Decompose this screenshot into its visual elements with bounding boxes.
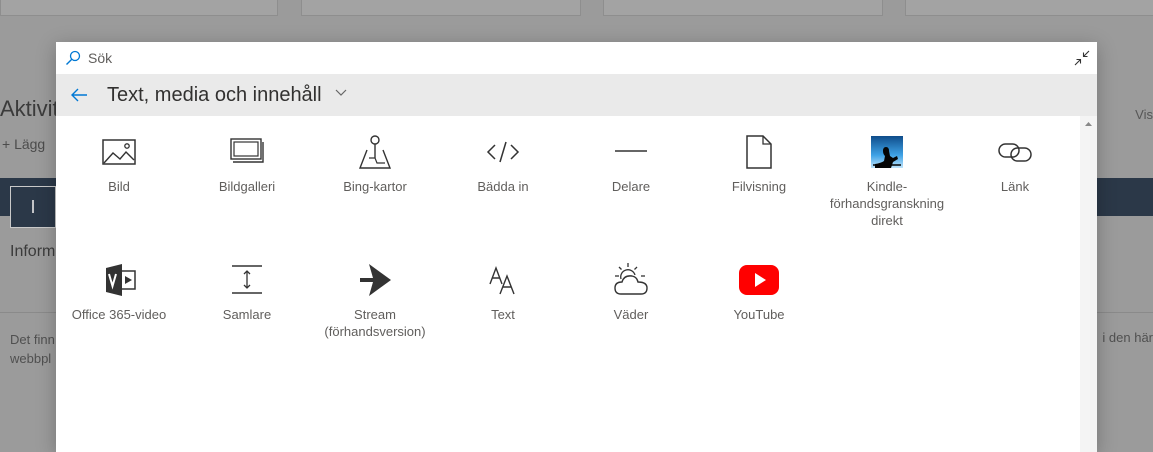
- tile-label: Bildgalleri: [218, 179, 276, 194]
- background-card: [905, 0, 1153, 16]
- scrollbar[interactable]: [1080, 116, 1097, 452]
- tile-divider[interactable]: Delare: [568, 134, 694, 195]
- tile-label: Bädda in: [477, 179, 529, 194]
- tile-label: Text: [491, 307, 515, 322]
- tile-youtube[interactable]: YouTube: [696, 262, 822, 323]
- tile-label: Bing-kartor: [343, 179, 407, 194]
- weather-icon: [614, 263, 648, 295]
- background-box: I: [10, 186, 56, 228]
- gallery-icon: [230, 138, 264, 163]
- link-icon: [998, 143, 1032, 162]
- code-icon: [486, 141, 520, 163]
- tile-label: Filvisning: [731, 179, 787, 194]
- divider-icon: [615, 150, 647, 152]
- tile-label: Delare: [611, 179, 651, 194]
- tile-label: Länk: [1000, 179, 1030, 194]
- tile-text[interactable]: Text: [440, 262, 566, 323]
- tile-label: Samlare: [222, 307, 272, 322]
- tile-label: Stream (förhandsversion): [324, 307, 426, 339]
- office365-video-icon: [106, 264, 136, 296]
- tile-image[interactable]: Bild: [56, 134, 182, 195]
- tile-label: Kindle-förhandsgranskning direkt: [829, 179, 945, 228]
- tile-link[interactable]: Länk: [952, 134, 1078, 195]
- background-right-note: i den här: [1102, 330, 1153, 345]
- background-card: [301, 0, 581, 16]
- tile-label: Bild: [108, 179, 130, 194]
- tile-weather[interactable]: Väder: [568, 262, 694, 323]
- webpart-picker-dialog: Text, media och innehåll Bild Bildgaller…: [56, 42, 1097, 452]
- tile-embed[interactable]: Bädda in: [440, 134, 566, 195]
- section-dropdown[interactable]: Text, media och innehåll: [107, 84, 347, 107]
- tile-spacer[interactable]: Samlare: [184, 262, 310, 323]
- tile-label: Väder: [613, 307, 649, 322]
- search-row: [56, 42, 1097, 74]
- search-input[interactable]: [86, 47, 990, 69]
- background-card: [603, 0, 883, 16]
- image-icon: [102, 139, 136, 165]
- section-header: Text, media och innehåll: [56, 74, 1097, 116]
- back-arrow-icon[interactable]: [70, 86, 88, 104]
- kindle-icon: [871, 136, 903, 168]
- scroll-up-icon[interactable]: [1080, 116, 1097, 133]
- map-pin-icon: [358, 135, 392, 169]
- tile-gallery[interactable]: Bildgalleri: [184, 134, 310, 195]
- background-note: Det finn webbpl: [10, 332, 55, 366]
- background-add: + Lägg: [2, 136, 46, 152]
- background-vis: Vis: [1135, 107, 1153, 122]
- text-icon: [489, 266, 515, 295]
- tile-file-viewer[interactable]: Filvisning: [696, 134, 822, 195]
- background-card: [0, 0, 278, 16]
- background-title: Aktivit: [0, 96, 59, 121]
- tile-stream[interactable]: Stream (förhandsversion): [312, 262, 438, 340]
- tile-label: Office 365-video: [71, 307, 167, 322]
- section-title: Text, media och innehåll: [107, 84, 322, 106]
- file-icon: [746, 135, 772, 169]
- spacer-icon: [232, 265, 262, 294]
- tile-office365-video[interactable]: Office 365-video: [56, 262, 182, 323]
- tile-bing-maps[interactable]: Bing-kartor: [312, 134, 438, 195]
- tile-label: YouTube: [733, 307, 785, 322]
- tile-kindle[interactable]: Kindle-förhandsgranskning direkt: [824, 134, 950, 229]
- youtube-icon: [739, 265, 779, 295]
- collapse-icon[interactable]: [1073, 49, 1091, 67]
- chevron-down-icon: [335, 89, 347, 96]
- background-info: Inform: [10, 243, 56, 260]
- search-icon: [66, 50, 81, 65]
- stream-icon: [360, 264, 391, 296]
